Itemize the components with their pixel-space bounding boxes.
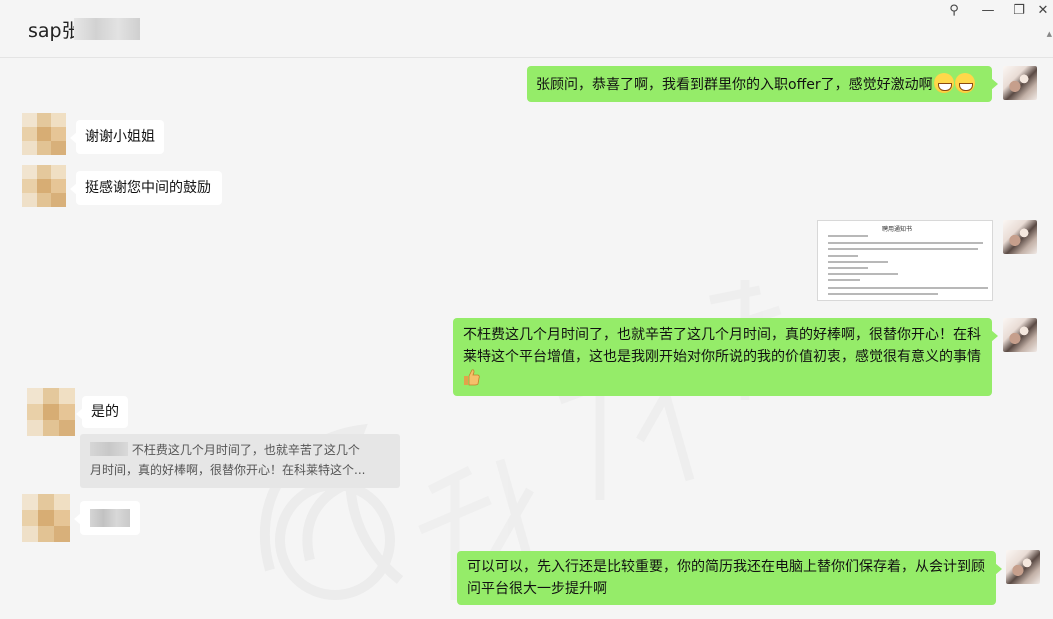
contact-avatar[interactable]: [22, 113, 66, 155]
offer-letter-image[interactable]: 聘用通知书: [817, 220, 993, 301]
quote-text-line: 月时间，真的好棒啊，很替你开心！在科莱特这个...: [90, 463, 366, 477]
image-caption: 聘用通知书: [882, 226, 913, 233]
doc-text-line: [828, 293, 938, 295]
pin-icon[interactable]: ⚲: [942, 2, 966, 20]
my-avatar[interactable]: [1006, 550, 1040, 584]
restore-icon[interactable]: ❐: [1007, 2, 1031, 20]
grin-emoji: [954, 73, 975, 93]
redacted-message: [90, 509, 130, 527]
my-avatar[interactable]: [1003, 220, 1037, 254]
message-text: 谢谢小姐姐: [85, 129, 155, 145]
thumbs-up-emoji: [464, 369, 480, 386]
contact-avatar[interactable]: [27, 388, 75, 436]
doc-text-line: [828, 248, 978, 250]
chat-title: sap张: [28, 20, 81, 42]
contact-avatar[interactable]: [22, 165, 66, 207]
title-redacted-name: [74, 18, 140, 40]
grin-emoji: [933, 73, 954, 93]
quote-redacted-name: [90, 442, 128, 456]
message-bubble-incoming[interactable]: 是的: [76, 396, 128, 428]
doc-text-line: [828, 242, 983, 244]
close-icon[interactable]: ✕: [1031, 2, 1053, 20]
quoted-message[interactable]: 不枉费这几个月时间了，也就辛苦了这几个 月时间，真的好棒啊，很替你开心！在科莱特…: [80, 434, 400, 488]
message-text-line: 可以可以，先入行还是比较重要，你的简历我还在电脑上替你们保存着，从会计到顾: [467, 559, 985, 575]
doc-text-line: [828, 261, 888, 263]
message-text: 是的: [91, 404, 119, 420]
doc-text-line: [828, 287, 988, 289]
message-bubble-outgoing[interactable]: 不枉费这几个月时间了，也就辛苦了这几个月时间，真的好棒啊，很替你开心！在科 莱特…: [453, 318, 998, 396]
doc-text-line: [828, 273, 898, 275]
message-bubble-incoming[interactable]: 挺感谢您中间的鼓励: [70, 171, 222, 205]
doc-text-line: [828, 279, 860, 281]
doc-text-line: [828, 235, 868, 237]
title-bar: sap张 ⚲ — ❐ ✕: [0, 0, 1053, 58]
message-text-line: 莱特这个平台增值，这也是我刚开始对你所说的我的价值初衷，感觉很有意义的事情: [463, 349, 981, 365]
message-bubble-incoming[interactable]: [74, 501, 140, 535]
scroll-up-icon[interactable]: ▲: [1047, 30, 1052, 38]
message-bubble-outgoing[interactable]: 可以可以，先入行还是比较重要，你的简历我还在电脑上替你们保存着，从会计到顾 问平…: [457, 551, 1002, 605]
message-text: 挺感谢您中间的鼓励: [85, 180, 211, 196]
doc-text-line: [828, 267, 868, 269]
my-avatar[interactable]: [1003, 318, 1037, 352]
quote-text-line: 不枉费这几个月时间了，也就辛苦了这几个: [131, 443, 360, 457]
message-bubble-incoming[interactable]: 谢谢小姐姐: [70, 120, 164, 154]
message-text-line: 问平台很大一步提升啊: [467, 581, 607, 597]
contact-avatar[interactable]: [22, 494, 70, 542]
message-text: 张顾问，恭喜了啊，我看到群里你的入职offer了，感觉好激动啊: [536, 77, 933, 93]
message-bubble-outgoing[interactable]: 张顾问，恭喜了啊，我看到群里你的入职offer了，感觉好激动啊: [527, 66, 998, 102]
minimize-icon[interactable]: —: [976, 2, 1000, 20]
doc-text-line: [828, 255, 858, 257]
my-avatar[interactable]: [1003, 66, 1037, 100]
message-text-line: 不枉费这几个月时间了，也就辛苦了这几个月时间，真的好棒啊，很替你开心！在科: [463, 327, 981, 343]
